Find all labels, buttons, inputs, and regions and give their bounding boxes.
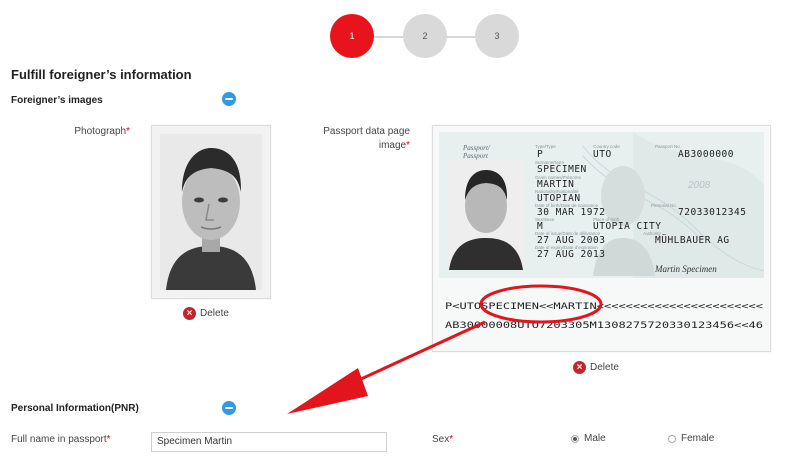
passport-number: AB3000000: [678, 149, 734, 160]
radio-unchecked-icon: [668, 434, 676, 443]
delete-photograph-button[interactable]: × Delete: [183, 307, 229, 320]
sex-label: Sex*: [432, 434, 454, 445]
sex-radio-male[interactable]: Male: [571, 433, 606, 444]
foreigner-info-page: 1 2 3 Fulfill foreigner’s information Fo…: [0, 0, 800, 467]
passport-signature: Martin Specimen: [654, 264, 717, 274]
full-name-label: Full name in passport*: [11, 434, 111, 445]
passport-authority: MÜHLBAUER AG: [655, 235, 730, 246]
step-1[interactable]: 1: [330, 14, 374, 58]
sex-option-female-label: Female: [681, 433, 715, 444]
delete-label: Delete: [200, 308, 229, 319]
delete-x-icon: ×: [183, 307, 196, 320]
passport-surname: SPECIMEN: [537, 164, 587, 175]
passport-image-label: Passport data page image*: [323, 126, 410, 151]
sex-option-male-label: Male: [584, 433, 606, 444]
passport-given-names: MARTIN: [537, 179, 574, 190]
step-2-label: 2: [422, 31, 428, 41]
passport-type: P: [537, 149, 543, 160]
step-3[interactable]: 3: [475, 14, 519, 58]
passport-data-page-image: Type/Type Surname/Nom Given names/Prénom…: [432, 125, 771, 352]
passport-place-of-birth: UTOPIA CITY: [593, 221, 661, 232]
images-section-title: Foreigner’s images: [11, 95, 103, 106]
delete-passport-image-button[interactable]: × Delete: [573, 361, 619, 374]
passport-mrz-line-1: P<UTOSPECIMEN<<MARTIN<<<<<<<<<<<<<<<<<<<…: [445, 301, 763, 311]
step-3-label: 3: [494, 31, 500, 41]
step-1-label: 1: [349, 31, 355, 41]
collapse-images-icon[interactable]: [222, 92, 236, 106]
radio-checked-icon: [571, 434, 579, 443]
portrait-photo: [152, 126, 270, 298]
passport-doc-label: Passport/: [462, 144, 491, 152]
collapse-pnr-icon[interactable]: [222, 401, 236, 415]
passport-scan: Type/Type Surname/Nom Given names/Prénom…: [433, 126, 770, 351]
sex-radio-female[interactable]: Female: [668, 433, 714, 444]
passport-watermark-year: 2008: [687, 180, 711, 191]
passport-nationality: UTOPIAN: [537, 193, 581, 204]
progress-stepper: 1 2 3: [330, 14, 519, 60]
passport-expiry-date: 27 AUG 2013: [537, 249, 605, 260]
svg-text:Passport: Passport: [462, 152, 489, 160]
passport-sex: M: [537, 221, 543, 232]
passport-personal-no: 72033012345: [678, 207, 746, 218]
passport-issue-date: 27 AUG 2003: [537, 235, 605, 246]
photograph-label: Photograph*: [74, 126, 130, 137]
pnr-section-title: Personal Information(PNR): [11, 403, 139, 414]
delete-label: Delete: [590, 362, 619, 373]
step-2[interactable]: 2: [403, 14, 447, 58]
page-title: Fulfill foreigner’s information: [11, 67, 192, 82]
full-name-input[interactable]: Specimen Martin: [151, 432, 387, 452]
arrow-head-icon: [287, 368, 368, 414]
passport-dob: 30 MAR 1972: [537, 207, 605, 218]
svg-text:Personal No.: Personal No.: [651, 203, 677, 208]
delete-x-icon: ×: [573, 361, 586, 374]
photograph-image: [151, 125, 271, 299]
passport-mrz-line-2: AB30000008UTO7203305M1308275720330123456…: [445, 320, 763, 330]
passport-country: UTO: [593, 149, 612, 160]
